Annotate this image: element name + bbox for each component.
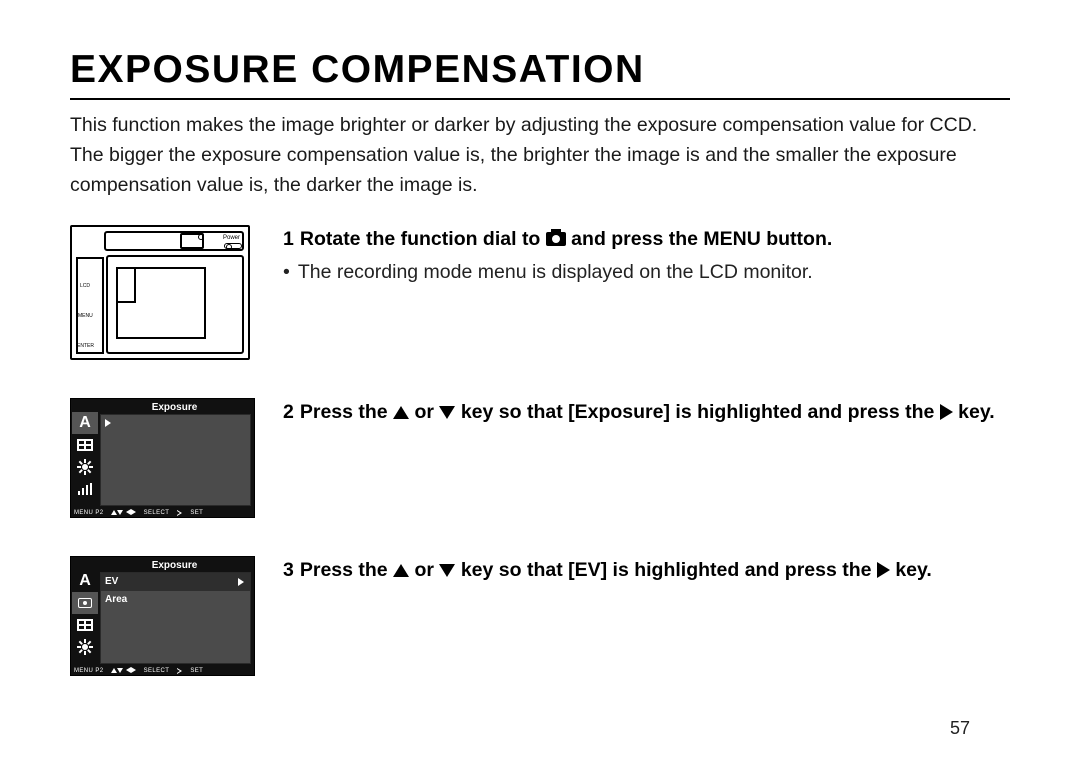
footer-nav-icons xyxy=(111,667,135,675)
side-icon-a: A xyxy=(72,412,98,434)
right-arrow-icon xyxy=(105,419,111,427)
step-1-number: 1 xyxy=(283,228,294,250)
side-icon-spot xyxy=(72,592,98,614)
menu-button-label: MENU xyxy=(78,313,93,319)
step-1: Power LCD MENU ENTER 1 Rotate the functio… xyxy=(70,225,1010,360)
power-switch-icon xyxy=(224,243,242,249)
down-arrow-icon xyxy=(439,564,455,577)
lcd-content-area xyxy=(100,414,251,506)
page-title: EXPOSURE COMPENSATION xyxy=(70,48,1010,92)
step-2-text-c: key. xyxy=(953,401,995,423)
figure-lcd-exposure: Exposure A MENU P2 SELECT SET xyxy=(70,398,255,518)
step-1-bullet: • The recording mode menu is displayed o… xyxy=(283,258,1010,287)
step-3-text-b: key so that [EV] is highlighted and pres… xyxy=(455,559,877,581)
lcd-header: Exposure xyxy=(100,402,249,413)
side-icon-bars xyxy=(72,478,98,500)
footer-menu: MENU P2 xyxy=(74,510,103,516)
footer-set: SET xyxy=(190,668,203,674)
lcd-footer: MENU P2 SELECT SET xyxy=(74,509,251,517)
up-arrow-icon xyxy=(393,564,409,577)
page-number: 57 xyxy=(950,718,970,739)
step-1-heading: 1 Rotate the function dial to and press t… xyxy=(283,225,1010,254)
footer-select: SELECT xyxy=(144,510,170,516)
intro-paragraph: This function makes the image brighter o… xyxy=(70,110,1010,201)
lcd-header: Exposure xyxy=(100,560,249,571)
right-arrow-icon xyxy=(940,404,953,420)
step-3-text-c: key. xyxy=(890,559,932,581)
lcd-footer: MENU P2 SELECT SET xyxy=(74,667,251,675)
side-icon-sun xyxy=(72,636,98,658)
step-2-heading: 2 Press the or key so that [Exposure] is … xyxy=(283,398,1010,427)
footer-set-icon xyxy=(177,510,182,516)
step-3-number: 3 xyxy=(283,559,294,581)
step-2-text-a: Press the xyxy=(300,401,393,423)
step-2-text-b: key so that [Exposure] is highlighted an… xyxy=(455,401,939,423)
footer-set-icon xyxy=(177,668,182,674)
step-1-text-a: Rotate the function dial to xyxy=(300,228,546,250)
ev-label: EV xyxy=(105,576,118,587)
step-2: Exposure A MENU P2 SELECT SET xyxy=(70,398,1010,518)
step-2-number: 2 xyxy=(283,401,294,423)
title-rule xyxy=(70,98,1010,100)
side-icon-sun xyxy=(72,456,98,478)
step-3-heading: 3 Press the or key so that [EV] is highli… xyxy=(283,556,1010,585)
up-arrow-icon xyxy=(393,406,409,419)
footer-select: SELECT xyxy=(144,668,170,674)
down-arrow-icon xyxy=(439,406,455,419)
step-3: Exposure A EV Area ME xyxy=(70,556,1010,676)
menu-row-area: Area xyxy=(101,591,250,609)
side-icon-grid xyxy=(72,434,98,456)
footer-menu: MENU P2 xyxy=(74,668,103,674)
bullet-dot: • xyxy=(283,258,290,287)
area-label: Area xyxy=(105,594,127,605)
step-3-text-a: Press the xyxy=(300,559,393,581)
footer-set: SET xyxy=(190,510,203,516)
lcd-content-area: EV Area xyxy=(100,572,251,664)
menu-row-ev: EV xyxy=(101,573,250,591)
step-1-text-b: and press the MENU button. xyxy=(566,228,833,250)
power-label: Power xyxy=(223,235,240,241)
step-2-or: or xyxy=(409,401,439,423)
right-arrow-icon xyxy=(238,578,244,586)
step-1-bullet-text: The recording mode menu is displayed on … xyxy=(298,258,813,287)
steps-list: Power LCD MENU ENTER 1 Rotate the functio… xyxy=(70,225,1010,676)
figure-camera: Power LCD MENU ENTER xyxy=(70,225,255,360)
camera-icon xyxy=(546,232,566,246)
footer-nav-icons xyxy=(111,509,135,517)
figure-lcd-ev: Exposure A EV Area ME xyxy=(70,556,255,676)
step-3-or: or xyxy=(409,559,439,581)
enter-button-label: ENTER xyxy=(77,343,94,349)
side-icon-grid xyxy=(72,614,98,636)
lcd-button-label: LCD xyxy=(80,283,90,289)
right-arrow-icon xyxy=(877,562,890,578)
side-icon-a: A xyxy=(72,570,98,592)
